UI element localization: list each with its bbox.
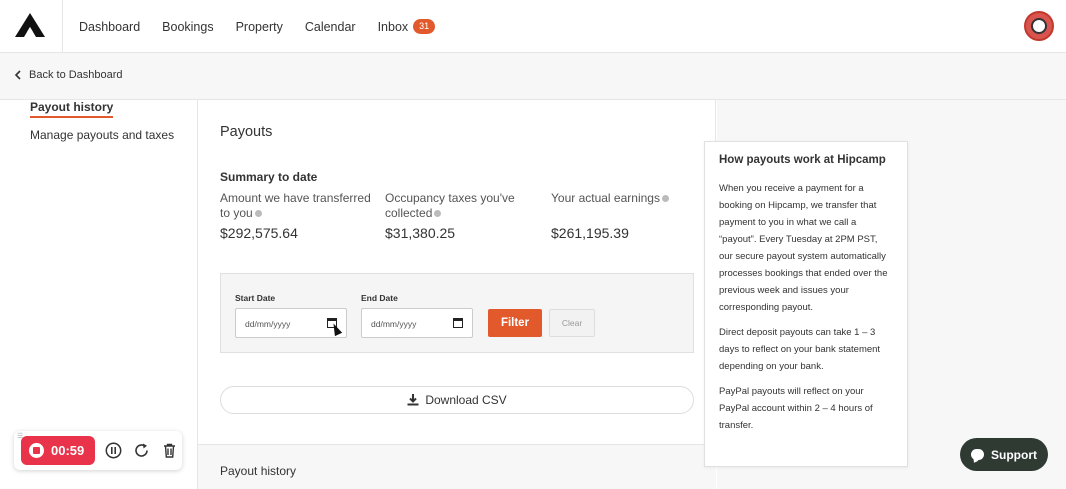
payout-history-section: Payout history (198, 444, 716, 489)
sidebar-item-manage-payouts[interactable]: Manage payouts and taxes (30, 128, 174, 142)
payout-history-title: Payout history (220, 464, 297, 478)
nav-dashboard[interactable]: Dashboard (79, 20, 140, 34)
stat-earnings-text: Your actual earnings (551, 191, 660, 205)
nav-links: Dashboard Bookings Property Calendar Inb… (79, 0, 436, 53)
chevron-left-icon (14, 70, 21, 80)
start-date-placeholder: dd/mm/yyyy (245, 319, 291, 329)
end-date-input[interactable]: dd/mm/yyyy (361, 308, 473, 338)
nav-divider (62, 0, 63, 52)
info-paragraph: Direct deposit payouts can take 1 – 3 da… (719, 327, 881, 372)
info-title: How payouts work at Hipcamp (719, 154, 886, 166)
main-content: Payouts Summary to date Amount we have t… (198, 100, 716, 489)
download-csv-label: Download CSV (425, 393, 507, 407)
clear-button[interactable]: Clear (549, 309, 595, 337)
trash-icon[interactable] (161, 442, 178, 459)
avatar-image (1031, 18, 1047, 34)
summary-title: Summary to date (220, 170, 318, 184)
sidebar-item-payout-history[interactable]: Payout history (30, 100, 114, 118)
pause-icon[interactable] (105, 442, 122, 459)
stat-transferred-label: Amount we have transferred to you (220, 191, 380, 221)
nav-calendar[interactable]: Calendar (305, 20, 356, 34)
chat-bubble-icon (971, 449, 984, 460)
filter-button[interactable]: Filter (488, 309, 542, 337)
end-date-label: End Date (361, 293, 398, 303)
avatar[interactable] (1024, 11, 1054, 41)
info-card: How payouts work at Hipcamp When you rec… (704, 141, 908, 467)
support-button[interactable]: Support (960, 438, 1048, 471)
stop-icon (29, 443, 44, 458)
nav-inbox[interactable]: Inbox 31 (378, 19, 436, 34)
recording-widget: ☰ 00:59 (14, 431, 182, 470)
stat-taxes-value: $31,380.25 (385, 225, 456, 241)
restart-icon[interactable] (133, 442, 150, 459)
support-label: Support (991, 447, 1037, 462)
back-to-dashboard-link[interactable]: Back to Dashboard (14, 69, 123, 81)
nav-bookings[interactable]: Bookings (162, 20, 213, 34)
hipcamp-logo-icon[interactable] (14, 12, 46, 38)
download-icon (407, 394, 419, 406)
start-date-label: Start Date (235, 293, 276, 303)
calendar-icon[interactable] (453, 318, 463, 328)
stat-earnings-label: Your actual earnings (551, 191, 711, 206)
stat-transferred-text: Amount we have transferred to you (220, 191, 371, 220)
inbox-count-badge: 31 (413, 19, 436, 34)
stat-taxes-text: Occupancy taxes you've collected (385, 191, 515, 220)
stat-transferred-value: $292,575.64 (220, 225, 298, 241)
end-date-placeholder: dd/mm/yyyy (371, 319, 417, 329)
recording-timer: 00:59 (51, 443, 85, 458)
info-paragraph: When you receive a payment for a booking… (719, 183, 888, 313)
help-icon[interactable] (434, 210, 442, 218)
page-title: Payouts (220, 124, 273, 140)
help-icon[interactable] (254, 210, 262, 218)
stat-taxes-label: Occupancy taxes you've collected (385, 191, 545, 221)
back-bar: Back to Dashboard (0, 53, 1066, 100)
start-date-input[interactable]: dd/mm/yyyy (235, 308, 347, 338)
stop-recording-button[interactable]: 00:59 (21, 436, 95, 465)
back-label: Back to Dashboard (29, 69, 123, 81)
download-csv-button[interactable]: Download CSV (220, 386, 694, 414)
top-nav: Dashboard Bookings Property Calendar Inb… (0, 0, 1066, 53)
filter-panel: Start Date dd/mm/yyyy End Date dd/mm/yyy… (220, 273, 694, 353)
stat-earnings-value: $261,195.39 (551, 225, 629, 241)
nav-property[interactable]: Property (236, 20, 283, 34)
info-paragraph: PayPal payouts will reflect on your PayP… (719, 386, 873, 431)
nav-inbox-label: Inbox (377, 19, 409, 34)
help-icon[interactable] (661, 195, 669, 203)
